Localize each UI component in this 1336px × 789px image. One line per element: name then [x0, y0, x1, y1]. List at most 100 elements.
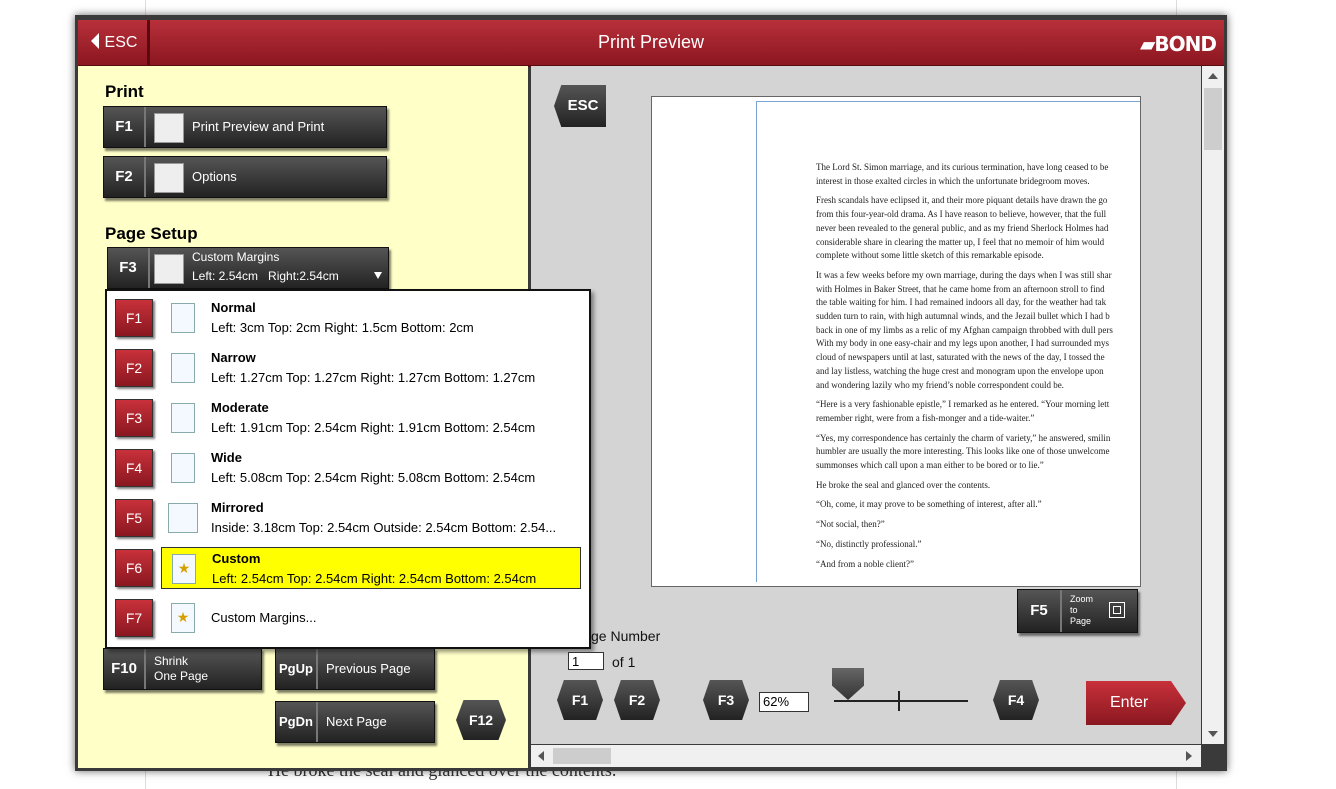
- option-name: Mirrored: [211, 500, 264, 515]
- margin-page-icon: [171, 353, 195, 383]
- button-label: Print Preview and Print: [192, 119, 325, 134]
- preview-paragraph: “Yes, my correspondence has certainly th…: [816, 432, 1111, 471]
- vertical-scrollbar[interactable]: [1202, 66, 1224, 744]
- horizontal-scroll-thumb[interactable]: [553, 748, 611, 764]
- zoom-page-icon: [1109, 602, 1125, 618]
- margins-dropdown-menu: F1 Normal Left: 3cm Top: 2cm Right: 1.5cm…: [105, 289, 591, 649]
- mirrored-pages-icon: [168, 503, 198, 533]
- scroll-down-arrow-icon[interactable]: [1208, 731, 1218, 737]
- page-total-label: of 1: [612, 654, 636, 670]
- logo-text: BOND: [1154, 32, 1217, 56]
- zoom-out-button[interactable]: F3: [703, 680, 749, 720]
- preview-paragraph: “Oh, come, it may prove to be something …: [816, 499, 1042, 510]
- shrink-one-page-button[interactable]: F10 Shrink One Page: [103, 648, 262, 690]
- key-label: F4: [115, 449, 153, 487]
- option-desc: Left: 5.08cm Top: 2.54cm Right: 5.08cm B…: [211, 470, 536, 485]
- margin-option-mirrored[interactable]: F5 Mirrored Inside: 3.18cm Top: 2.54cm Ou…: [113, 497, 581, 541]
- button-label: Options: [192, 169, 237, 184]
- option-name: Custom: [212, 551, 261, 566]
- star-page-icon: ★: [172, 554, 196, 584]
- key-label: PgDn: [276, 702, 318, 742]
- zoom-in-button[interactable]: F4: [993, 680, 1039, 720]
- option-name: Narrow: [211, 350, 256, 365]
- margin-option-moderate[interactable]: F3 Moderate Left: 1.91cm Top: 2.54cm Righ…: [113, 397, 581, 441]
- previous-page-button[interactable]: PgUp Previous Page: [275, 648, 435, 690]
- option-name: Normal: [211, 300, 256, 315]
- window-title: Print Preview: [597, 32, 705, 52]
- options-button[interactable]: F2 Options: [103, 156, 387, 198]
- f1-preview-button[interactable]: F1: [557, 680, 603, 720]
- option-name: Moderate: [211, 400, 269, 415]
- logo-mark-icon: ▰: [1140, 32, 1155, 56]
- margins-button-title: Custom Margins: [192, 250, 280, 264]
- key-label: PgUp: [276, 649, 318, 689]
- margin-option-narrow[interactable]: F2 Narrow Left: 1.27cm Top: 1.27cm Right:…: [113, 347, 581, 391]
- enter-button[interactable]: Enter: [1086, 681, 1186, 725]
- option-desc: Left: 1.91cm Top: 2.54cm Right: 1.91cm B…: [211, 420, 536, 435]
- zoom-to-page-label: Zoom to Page: [1070, 594, 1094, 626]
- key-label: F3: [115, 399, 153, 437]
- page-preview: The Lord St. Simon marriage, and its cur…: [651, 96, 1141, 587]
- scroll-right-arrow-icon[interactable]: [1186, 751, 1192, 761]
- print-preview-and-print-button[interactable]: F1 Print Preview and Print: [103, 106, 387, 148]
- key-label: F1: [104, 107, 146, 147]
- margins-button-detail: Left: 2.54cm Right:2.54cm: [192, 269, 339, 283]
- preview-paragraph: “And from a noble client?”: [816, 558, 914, 569]
- key-label: F2: [104, 157, 146, 197]
- vertical-scroll-thumb[interactable]: [1204, 88, 1222, 150]
- button-label: Previous Page: [326, 661, 411, 676]
- margins-dropdown-button[interactable]: F3 Custom Margins Left: 2.54cm Right:2.5…: [107, 247, 389, 289]
- star-page-icon: [154, 254, 184, 284]
- key-label: F3: [108, 248, 150, 288]
- page-setup-heading: Page Setup: [105, 224, 198, 243]
- shrink-label-line1: Shrink: [154, 654, 189, 668]
- button-label: Next Page: [326, 714, 387, 729]
- page-number-label: ge Number: [591, 628, 661, 644]
- star-page-icon: ★: [171, 603, 195, 633]
- chevron-down-icon: [374, 272, 382, 279]
- key-label: F10: [104, 649, 146, 689]
- margin-option-normal[interactable]: F1 Normal Left: 3cm Top: 2cm Right: 1.5cm…: [113, 297, 581, 341]
- custom-margins-dialog-option[interactable]: F7 ★ Custom Margins...: [113, 597, 581, 641]
- preview-paragraph: It was a few weeks before my own marriag…: [816, 269, 1113, 390]
- zoom-slider-track[interactable]: [834, 700, 968, 702]
- preview-paragraph: “No, distinctly professional.”: [816, 538, 922, 549]
- option-desc: Left: 2.54cm Top: 2.54cm Right: 2.54cm B…: [212, 571, 537, 586]
- preview-paragraph: The Lord St. Simon marriage, and its cur…: [816, 162, 1109, 186]
- shrink-label-line2: One Page: [154, 669, 209, 683]
- margin-page-icon: [171, 303, 195, 333]
- scroll-left-arrow-icon[interactable]: [538, 751, 544, 761]
- margin-option-custom[interactable]: F6 ★ Custom Left: 2.54cm Top: 2.54cm Right…: [113, 547, 581, 591]
- option-desc: Left: 1.27cm Top: 1.27cm Right: 1.27cm B…: [211, 370, 536, 385]
- preview-paragraph: “Not social, then?”: [816, 519, 885, 530]
- key-label: F1: [115, 299, 153, 337]
- key-label: F5: [1018, 590, 1062, 632]
- key-label: F5: [115, 499, 153, 537]
- magnifier-doc-icon: [154, 113, 184, 143]
- zoom-to-page-button[interactable]: F5 Zoom to Page: [1017, 589, 1138, 633]
- zoom-value-field[interactable]: 62%: [759, 692, 809, 712]
- print-heading: Print: [105, 82, 144, 101]
- page-number-input[interactable]: 1: [568, 652, 604, 670]
- f12-button[interactable]: F12: [456, 700, 506, 740]
- preview-paragraph: “Here is a very fashionable epistle,” I …: [816, 399, 1110, 423]
- option-desc: Left: 3cm Top: 2cm Right: 1.5cm Bottom: …: [211, 320, 474, 335]
- preview-esc-button[interactable]: ESC: [554, 85, 606, 127]
- margin-option-wide[interactable]: F4 Wide Left: 5.08cm Top: 2.54cm Right: 5…: [113, 447, 581, 491]
- printer-options-icon: [154, 163, 184, 193]
- title-bar: ESC Print Preview ▰BOND: [78, 20, 1224, 67]
- horizontal-scrollbar[interactable]: [531, 745, 1201, 767]
- key-label: F7: [115, 599, 153, 637]
- key-label: F2: [115, 349, 153, 387]
- preview-paragraph: Fresh scandals have eclipsed it, and the…: [816, 195, 1109, 261]
- next-page-button[interactable]: PgDn Next Page: [275, 701, 435, 743]
- margin-page-icon: [171, 403, 195, 433]
- scroll-up-arrow-icon[interactable]: [1208, 73, 1218, 79]
- f2-preview-button[interactable]: F2: [614, 680, 660, 720]
- page-preview-text: The Lord St. Simon marriage, and its cur…: [816, 161, 1140, 577]
- margin-page-icon: [171, 453, 195, 483]
- option-name: Wide: [211, 450, 242, 465]
- key-label: F6: [115, 549, 153, 587]
- option-desc: Inside: 3.18cm Top: 2.54cm Outside: 2.54…: [211, 520, 557, 535]
- preview-paragraph: He broke the seal and glanced over the c…: [816, 479, 991, 490]
